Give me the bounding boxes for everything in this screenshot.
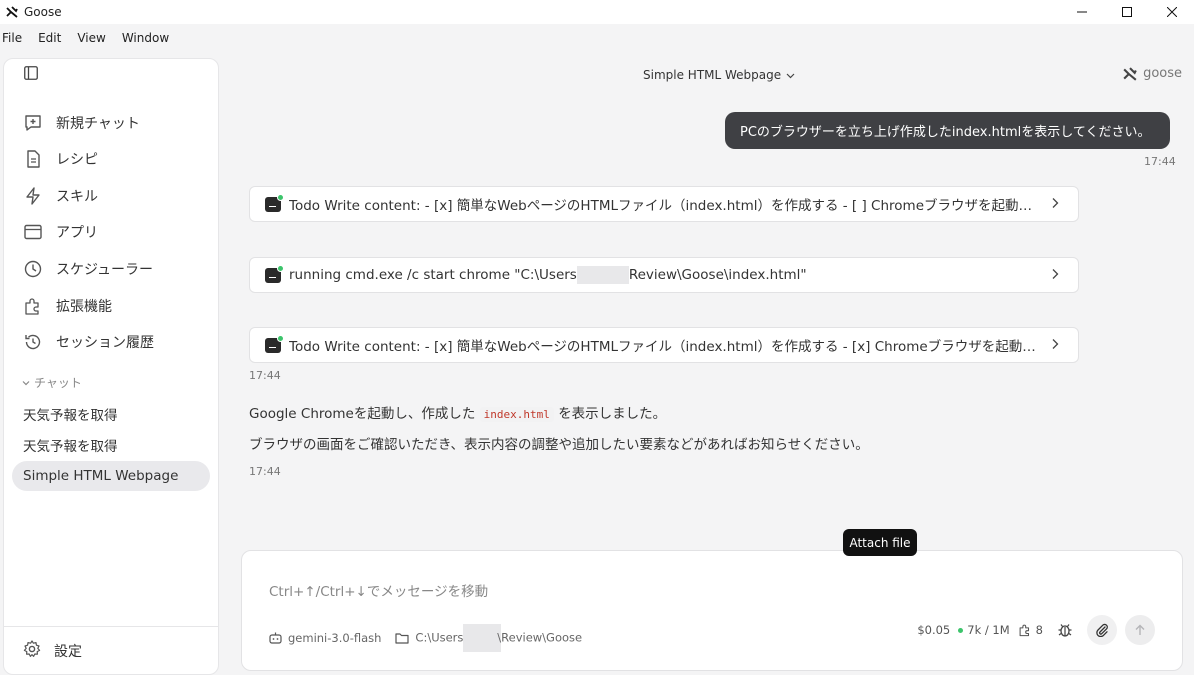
chat-item[interactable]: 天気予報を取得: [12, 430, 210, 460]
bot-icon: [269, 632, 282, 644]
timestamp: 17:44: [249, 369, 281, 382]
redacted-block: [576, 266, 629, 284]
scheduler-icon: [22, 258, 44, 280]
chat-section-label: チャット: [34, 376, 82, 390]
sidebar-item-new-chat[interactable]: 新規チャット: [22, 108, 140, 138]
title-bar: Goose: [0, 0, 1194, 24]
user-message: PCのブラウザーを立ち上げ作成したindex.htmlを表示してください。: [725, 112, 1170, 149]
chevron-right-icon: [1052, 269, 1059, 279]
sidebar-item-history[interactable]: セッション履歴: [22, 327, 154, 357]
assistant-reply-line-1: Google Chromeを起動し、作成した index.html を表示しまし…: [249, 406, 667, 422]
extensions-icon: [1019, 624, 1029, 637]
sidebar-item-label: 新規チャット: [56, 116, 140, 132]
menu-bar: File Edit View Window: [0, 26, 1194, 50]
tool-call-card[interactable]: Todo Write content: - [x] 簡単なWebページのHTML…: [249, 327, 1079, 363]
terminal-icon: [265, 193, 284, 212]
history-icon: [22, 331, 44, 353]
menu-edit[interactable]: Edit: [37, 31, 62, 45]
sidebar-item-label: スケジューラー: [56, 262, 154, 278]
chevron-right-icon: [1052, 339, 1059, 349]
skills-icon: [22, 185, 44, 207]
brand: goose: [1123, 66, 1182, 81]
model-selector[interactable]: gemini-3.0-flash: [288, 631, 381, 645]
inline-code: index.html: [479, 407, 554, 422]
sidebar-toggle-icon[interactable]: [24, 66, 42, 82]
attach-file-tooltip: Attach file: [843, 529, 917, 556]
apps-icon: [22, 221, 44, 243]
session-cost: $0.05: [917, 623, 951, 637]
timestamp: 17:44: [249, 465, 281, 478]
message-input[interactable]: Ctrl+↑/Ctrl+↓でメッセージを移動: [269, 580, 488, 600]
bug-icon: [1058, 624, 1072, 637]
tool-call-card[interactable]: Todo Write content: - [x] 簡単なWebページのHTML…: [249, 186, 1079, 222]
session-title: Simple HTML Webpage: [643, 68, 782, 82]
message-composer: Ctrl+↑/Ctrl+↓でメッセージを移動 gemini-3.0-flash …: [241, 550, 1183, 671]
terminal-icon: [265, 264, 284, 283]
context-usage: 7k / 1M: [958, 623, 1010, 637]
tool-call-card[interactable]: running cmd.exe /c start chrome "C:\User…: [249, 257, 1079, 293]
sidebar-item-label: レシピ: [56, 152, 98, 168]
tool-call-text: running cmd.exe /c start chrome "C:\User…: [289, 266, 807, 284]
folder-icon: [395, 633, 410, 644]
sidebar: 新規チャット レシピ スキル アプリ スケジューラー 拡張機能 セッション履歴 …: [3, 58, 219, 675]
send-button[interactable]: [1125, 615, 1155, 645]
settings-label: 設定: [54, 644, 82, 660]
new-chat-icon: [22, 112, 44, 134]
chevron-right-icon: [1052, 198, 1059, 208]
sidebar-item-scheduler[interactable]: スケジューラー: [22, 254, 153, 284]
chat-section-toggle[interactable]: チャット: [22, 374, 82, 391]
timestamp: 17:44: [1144, 155, 1176, 168]
sidebar-divider: [4, 626, 218, 627]
sidebar-item-recipes[interactable]: レシピ: [22, 144, 98, 174]
window-title: Goose: [24, 5, 62, 19]
menu-view[interactable]: View: [76, 31, 106, 45]
terminal-icon: [265, 334, 284, 353]
menu-window[interactable]: Window: [121, 31, 170, 45]
extensions-count-button[interactable]: 8: [1018, 623, 1043, 637]
session-title-dropdown[interactable]: Simple HTML Webpage: [643, 68, 795, 82]
sidebar-item-label: スキル: [56, 189, 98, 205]
tool-call-text: Todo Write content: - [x] 簡単なWebページのHTML…: [289, 339, 1039, 355]
minimize-button[interactable]: [1059, 0, 1104, 24]
sidebar-item-label: セッション履歴: [56, 335, 154, 351]
sidebar-item-apps[interactable]: アプリ: [22, 217, 98, 247]
maximize-button[interactable]: [1104, 0, 1149, 24]
sidebar-item-extensions[interactable]: 拡張機能: [22, 291, 112, 321]
arrow-up-icon: [1135, 624, 1145, 635]
recipe-icon: [22, 148, 44, 170]
chevron-down-icon: [22, 380, 30, 385]
sidebar-item-label: アプリ: [56, 225, 98, 241]
settings-button[interactable]: 設定: [22, 639, 82, 663]
gear-icon: [22, 639, 42, 663]
debug-button[interactable]: [1051, 622, 1079, 638]
paperclip-icon: [1096, 623, 1108, 637]
goose-logo-icon: [1123, 66, 1137, 81]
menu-file[interactable]: File: [1, 31, 23, 45]
goose-logo-icon: [0, 6, 24, 18]
brand-name: goose: [1143, 66, 1182, 81]
chat-item[interactable]: 天気予報を取得: [12, 399, 210, 429]
status-dot: [958, 627, 964, 633]
tool-call-text: Todo Write content: - [x] 簡単なWebページのHTML…: [289, 198, 1039, 214]
sidebar-item-skills[interactable]: スキル: [22, 181, 98, 211]
assistant-reply-line-2: ブラウザの画面をご確認いただき、表示内容の調整や追加したい要素などがあればお知ら…: [249, 437, 869, 453]
sidebar-item-label: 拡張機能: [56, 299, 112, 315]
extensions-icon: [22, 295, 44, 317]
chevron-down-icon: [786, 73, 795, 78]
attach-file-button[interactable]: [1087, 615, 1117, 645]
chat-item-active[interactable]: Simple HTML Webpage: [12, 461, 210, 491]
main-panel: Simple HTML Webpage goose PCのブラウザーを立ち上げ作…: [220, 50, 1194, 675]
close-button[interactable]: [1149, 0, 1194, 24]
working-directory[interactable]: C:\Users\ \Review\Goose: [415, 624, 582, 652]
